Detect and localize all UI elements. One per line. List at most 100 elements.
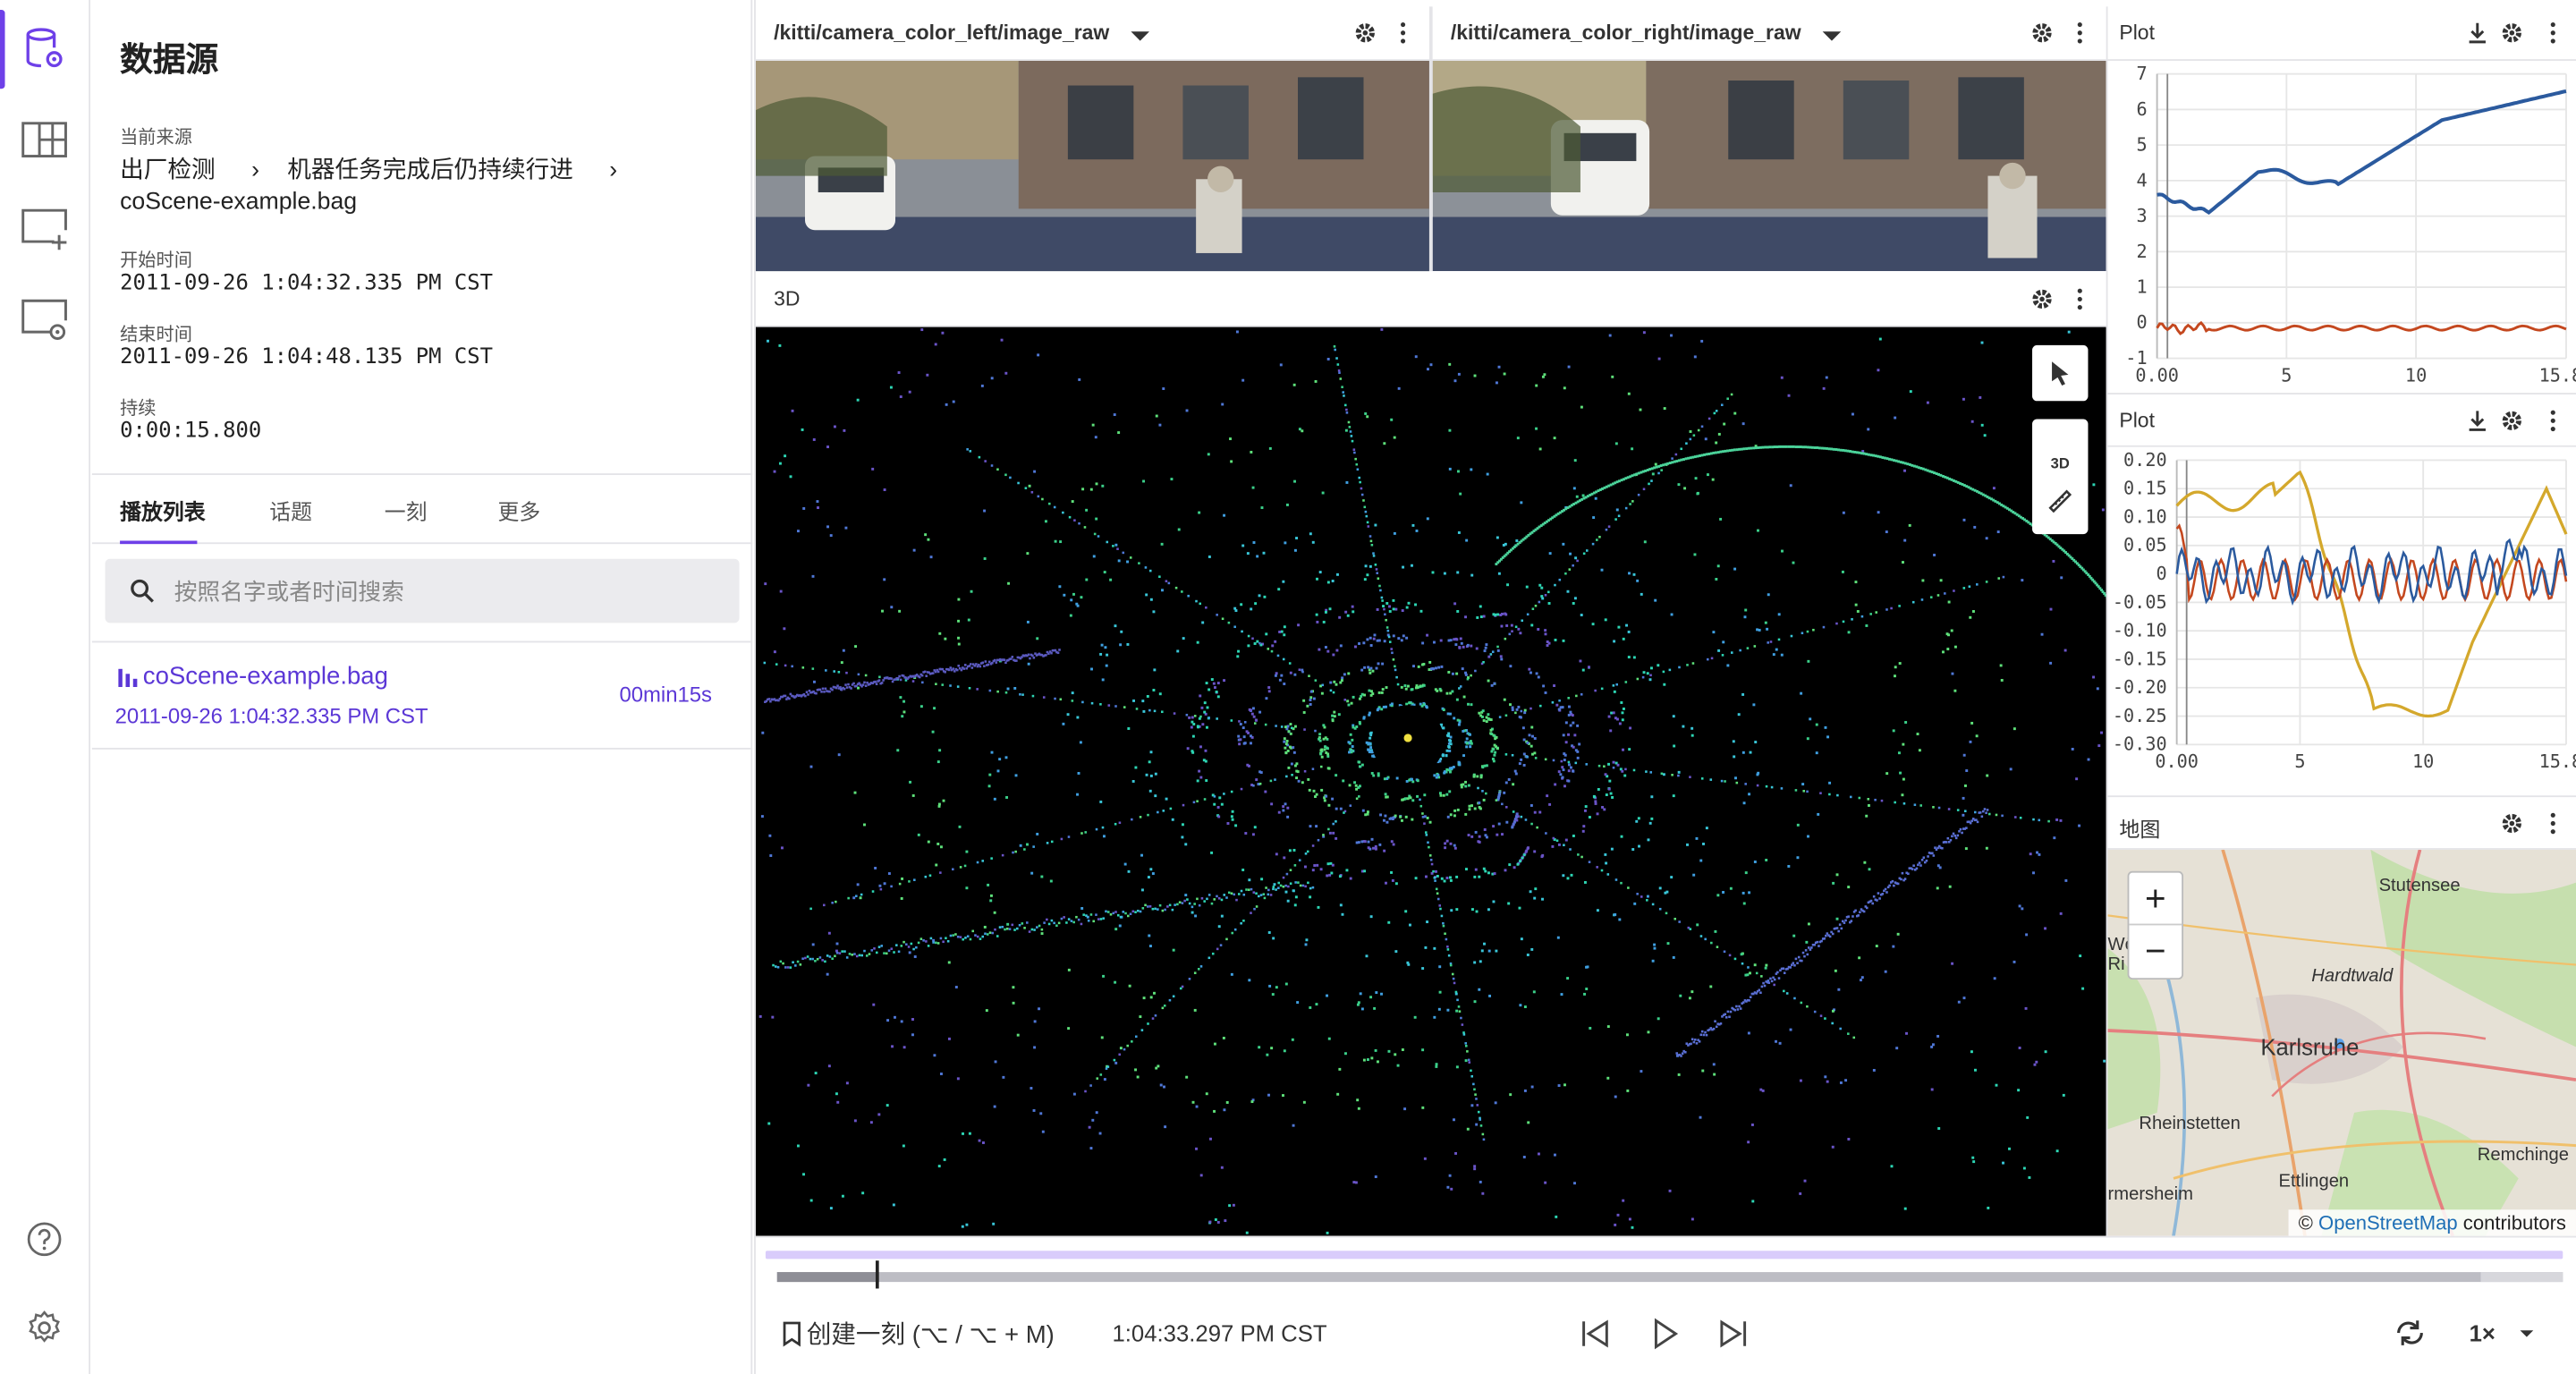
map-place-label: Remchinge: [2477, 1145, 2569, 1166]
attribution-prefix: ©: [2298, 1211, 2313, 1234]
more-vert-icon[interactable]: [2068, 21, 2091, 45]
active-indicator: [0, 10, 5, 89]
osm-link[interactable]: OpenStreetMap: [2318, 1211, 2458, 1234]
camera-left-image: [755, 60, 1429, 272]
breadcrumb-separator: ›: [609, 157, 618, 184]
loop-icon[interactable]: [2394, 1319, 2427, 1348]
playlist-item[interactable]: coScene-example.bag 2011-09-26 1:04:32.3…: [91, 640, 753, 750]
breadcrumb-separator: ›: [251, 157, 259, 184]
playlist-search: [105, 558, 740, 623]
ruler-icon[interactable]: [2047, 488, 2073, 514]
more-vert-icon[interactable]: [1392, 21, 1415, 45]
search-input[interactable]: [174, 558, 716, 623]
left-rail: [0, 0, 91, 1374]
create-moment-label: 创建一刻 (⌥ / ⌥ + M): [806, 1321, 1055, 1350]
playback-bar: 创建一刻 (⌥ / ⌥ + M) 1:04:33.297 PM CST 1×: [754, 1235, 2576, 1374]
playlist-item-duration: 00min15s: [619, 682, 712, 708]
gear-icon[interactable]: [2030, 21, 2054, 45]
map-view[interactable]: Stutensee Hardtwald Karlsruhe Rheinstett…: [2107, 849, 2576, 1236]
gear-icon[interactable]: [1353, 21, 1377, 45]
gear-icon[interactable]: [2030, 288, 2054, 311]
zoom-in-button[interactable]: +: [2129, 873, 2182, 926]
x-tick-label: 0.00: [2155, 751, 2199, 772]
chevron-down-icon[interactable]: [2519, 1328, 2535, 1342]
3d-mode-toggle[interactable]: 3D: [2051, 439, 2070, 488]
chevron-down-icon[interactable]: [1129, 25, 1152, 48]
data-source-gear-icon[interactable]: [18, 23, 71, 76]
add-panel-icon[interactable]: [18, 204, 71, 257]
camera-left-title[interactable]: /kitti/camera_color_left/image_raw: [774, 21, 1109, 45]
tab-indicator: [120, 540, 198, 545]
end-time-value: 2011-09-26 1:04:48.135 PM CST: [120, 344, 493, 370]
data-source-sidebar: 数据源 当前来源 出厂检测 › 机器任务完成后仍持续行进 › coScene-e…: [91, 0, 753, 1374]
select-tool-button[interactable]: [2032, 344, 2089, 402]
tab-more[interactable]: 更多: [498, 495, 541, 526]
gear-icon[interactable]: [2501, 409, 2524, 432]
speed-select[interactable]: 1×: [2470, 1319, 2496, 1345]
current-time: 1:04:33.297 PM CST: [1112, 1319, 1327, 1346]
map-place-label: rmersheim: [2107, 1184, 2193, 1205]
map-place-label: Karlsruhe: [2260, 1033, 2360, 1061]
tab-moments[interactable]: 一刻: [385, 495, 428, 526]
y-tick-label: 6: [2136, 98, 2147, 120]
download-icon[interactable]: [2466, 409, 2489, 432]
more-vert-icon[interactable]: [2541, 812, 2564, 835]
map-place-label: Rheinstetten: [2139, 1114, 2241, 1134]
timeline-track[interactable]: [776, 1272, 2563, 1283]
tab-playlist[interactable]: 播放列表: [120, 495, 206, 526]
gear-icon[interactable]: [2501, 21, 2524, 45]
bookmark-icon: [783, 1320, 801, 1346]
playlist-item-name: coScene-example.bag: [142, 662, 388, 691]
breadcrumb-item[interactable]: 机器任务完成后仍持续行进: [287, 151, 573, 186]
x-tick-label: 5: [2294, 751, 2305, 772]
help-icon[interactable]: [18, 1213, 71, 1266]
map-place-label: Ettlingen: [2278, 1172, 2350, 1192]
more-vert-icon[interactable]: [2068, 288, 2091, 311]
attribution-suffix: contributors: [2462, 1211, 2566, 1234]
more-vert-icon[interactable]: [2541, 21, 2564, 45]
y-tick-label: 0: [2156, 563, 2166, 584]
breadcrumb-item[interactable]: 出厂检测: [120, 151, 216, 186]
chevron-down-icon[interactable]: [1820, 25, 1843, 48]
y-tick-label: 0.20: [2123, 449, 2167, 471]
plot2-header: Plot: [2107, 393, 2576, 447]
threed-viewport[interactable]: 3D: [755, 327, 2106, 1236]
main-left-border: [754, 0, 756, 1374]
tab-topics[interactable]: 话题: [269, 495, 312, 526]
skip-back-icon[interactable]: [1580, 1319, 1610, 1348]
plot1-title: Plot: [2119, 21, 2155, 45]
more-vert-icon[interactable]: [2541, 409, 2564, 432]
start-time-label: 开始时间: [120, 251, 192, 272]
x-tick-label: 15.80: [2539, 751, 2576, 772]
create-moment-button[interactable]: 创建一刻 (⌥ / ⌥ + M): [782, 1317, 1055, 1352]
y-tick-label: 7: [2136, 63, 2147, 84]
layout-grid-icon[interactable]: [18, 114, 71, 166]
play-icon[interactable]: [1653, 1318, 1679, 1350]
y-tick-label: 0.10: [2123, 505, 2167, 527]
bag-chart-icon: [118, 668, 138, 687]
map-attribution: © OpenStreetMap contributors: [2288, 1209, 2576, 1236]
gear-icon[interactable]: [2501, 812, 2524, 835]
map-header: 地图: [2107, 795, 2576, 850]
settings-icon[interactable]: [18, 1302, 71, 1354]
camera-right-image: [1432, 60, 2106, 272]
x-tick-label: 0.00: [2135, 364, 2179, 386]
zoom-out-button[interactable]: −: [2129, 925, 2182, 978]
x-tick-label: 10: [2405, 364, 2427, 386]
timeline-range[interactable]: [765, 1251, 2563, 1260]
y-tick-label: -0.25: [2113, 705, 2167, 726]
y-tick-label: 2: [2136, 241, 2147, 262]
plot1-chart[interactable]: 76543210-10.0051015.80: [2107, 60, 2576, 392]
current-source-label: 当前来源: [120, 128, 192, 148]
sidebar-title: 数据源: [120, 42, 219, 80]
panel-divider: [1428, 6, 1433, 272]
download-icon[interactable]: [2466, 21, 2489, 45]
map-place-label: Ri: [2107, 954, 2125, 975]
camera-right-title[interactable]: /kitti/camera_color_right/image_raw: [1451, 21, 1801, 45]
panel-settings-icon[interactable]: [18, 294, 71, 347]
plot2-chart[interactable]: 0.20 0.15 0.10 0.05 0 -0.05 -0.10 -0.15 -0.20 -0.…: [2107, 446, 2576, 794]
series-line: [2156, 320, 2567, 335]
skip-forward-icon[interactable]: [1718, 1319, 1748, 1348]
playhead[interactable]: [875, 1260, 879, 1289]
y-tick-label: -0.10: [2113, 620, 2167, 641]
